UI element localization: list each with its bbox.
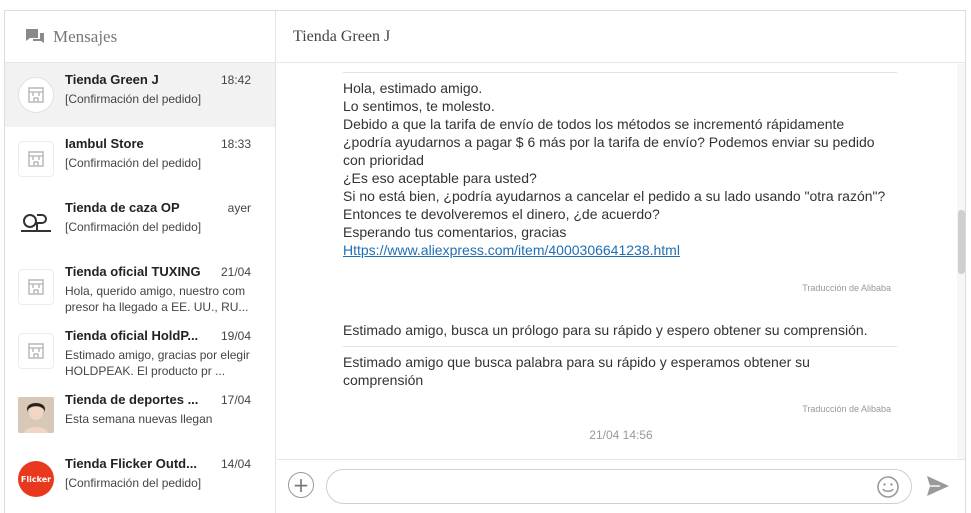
store-icon: [18, 77, 54, 113]
store-icon: [18, 141, 54, 177]
conversation-preview: [Confirmación del pedido]: [65, 156, 202, 170]
flicker-logo-text: Flicker: [20, 474, 52, 484]
message-link[interactable]: Https://www.aliexpress.com/item/40003066…: [343, 242, 680, 258]
conversation-item[interactable]: Iambul Store 18:33 [Confirmación del ped…: [5, 127, 275, 191]
message-translated-text: Estimado amigo que busca palabra para su…: [343, 354, 810, 388]
message-input[interactable]: [326, 469, 912, 504]
conversation-name: Tienda oficial TUXING: [65, 264, 201, 279]
conversation-preview: Hola, querido amigo, nuestro com presor …: [65, 284, 249, 314]
conversation-item[interactable]: Flicker Tienda Flicker Outd... 14/04 [Co…: [5, 447, 275, 511]
conversation-name: Iambul Store: [65, 136, 144, 151]
sidebar-header: Mensajes: [5, 11, 275, 63]
conversation-item[interactable]: Tienda oficial HoldP... 19/04 Estimado a…: [5, 319, 275, 383]
conversation-name: Tienda de caza OP: [65, 200, 180, 215]
conversation-preview: [Confirmación del pedido]: [65, 476, 202, 490]
person-photo-avatar: [18, 397, 54, 433]
message-bubble: Estimado amigo, busca un prólogo para su…: [343, 321, 897, 414]
send-icon[interactable]: [926, 475, 950, 497]
translation-note: Traducción de Alibaba: [802, 283, 891, 293]
scrollbar-thumb[interactable]: [958, 210, 965, 274]
conversation-item[interactable]: Tienda oficial TUXING 21/04 Hola, querid…: [5, 255, 275, 319]
plus-icon[interactable]: +: [288, 472, 314, 498]
messenger-window: Mensajes Tienda Green J 18:42 [Confirmac…: [4, 10, 966, 513]
conversation-time: 19/04: [220, 329, 251, 343]
sidebar-title: Mensajes: [53, 26, 118, 46]
message-text: Hola, estimado amigo. Lo sentimos, te mo…: [343, 80, 886, 240]
chat-header: Tienda Green J: [277, 11, 965, 63]
message-bubble: Hola, estimado amigo. Lo sentimos, te mo…: [343, 72, 897, 293]
message-scrollbar[interactable]: [957, 64, 965, 459]
translation-note: Traducción de Alibaba: [802, 404, 891, 414]
smiley-icon[interactable]: [876, 475, 900, 499]
chat-title: Tienda Green J: [293, 27, 391, 45]
chat-bubbles-icon: [26, 28, 44, 43]
message-list[interactable]: Hola, estimado amigo. Lo sentimos, te mo…: [277, 64, 965, 459]
conversation-preview: [Confirmación del pedido]: [65, 220, 202, 234]
conversation-preview: Esta semana nuevas llegan: [65, 412, 213, 426]
message-timestamp: 21/04 14:56: [589, 428, 653, 442]
flicker-logo-icon: Flicker: [18, 461, 54, 497]
message-composer: +: [277, 459, 965, 513]
conversation-list: Tienda Green J 18:42 [Confirmación del p…: [5, 63, 275, 511]
conversation-time: 18:42: [220, 73, 251, 87]
message-divider: [343, 72, 897, 73]
conversation-name: Tienda de deportes ...: [65, 392, 199, 407]
conversation-time: ayer: [227, 201, 251, 215]
conversation-name: Tienda Green J: [65, 72, 159, 87]
conversation-name: Tienda oficial HoldP...: [65, 328, 199, 343]
message-divider: [343, 346, 897, 347]
conversation-preview: [Confirmación del pedido]: [65, 92, 202, 106]
conversation-time: 17/04: [220, 393, 251, 407]
conversation-time: 14/04: [220, 457, 251, 471]
conversation-time: 18:33: [220, 137, 251, 151]
conversation-item[interactable]: Tienda Green J 18:42 [Confirmación del p…: [5, 63, 275, 127]
chat-panel: Tienda Green J Hola, estimado amigo. Lo …: [277, 11, 965, 513]
conversation-item[interactable]: Tienda de deportes ... 17/04 Esta semana…: [5, 383, 275, 447]
conversation-name: Tienda Flicker Outd...: [65, 456, 197, 471]
conversation-sidebar: Mensajes Tienda Green J 18:42 [Confirmac…: [5, 11, 276, 513]
conversation-time: 21/04: [220, 265, 251, 279]
op-logo-icon: [18, 205, 54, 241]
store-icon: [18, 269, 54, 305]
conversation-item[interactable]: Tienda de caza OP ayer [Confirmación del…: [5, 191, 275, 255]
conversation-preview: Estimado amigo, gracias por elegir HOLDP…: [65, 348, 250, 378]
message-original-text: Estimado amigo, busca un prólogo para su…: [343, 322, 868, 338]
store-icon: [18, 333, 54, 369]
